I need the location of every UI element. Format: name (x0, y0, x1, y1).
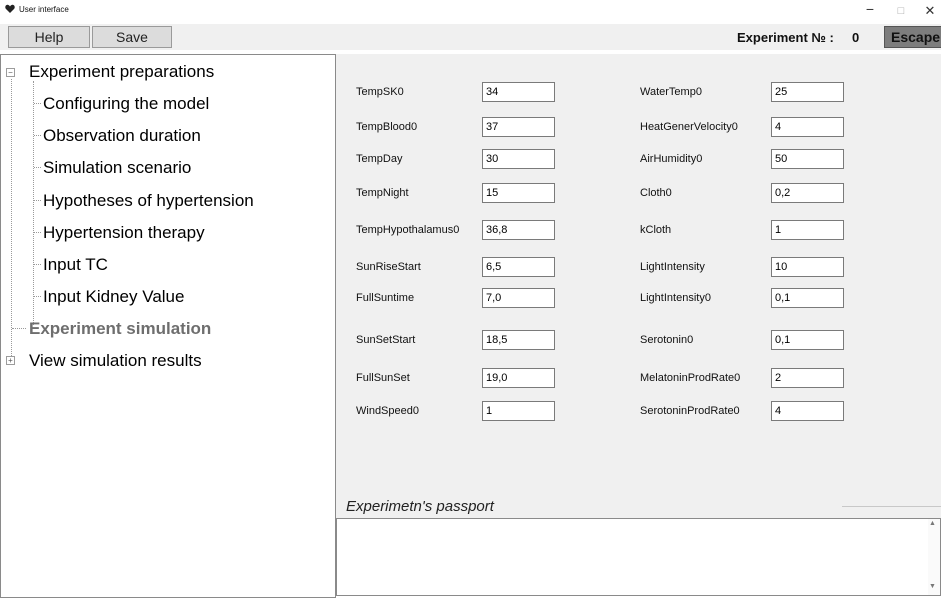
close-button[interactable]: ✕ (918, 2, 941, 20)
label-kcloth: kCloth (640, 224, 672, 236)
tree-item-simulation-scenario[interactable]: Simulation scenario (43, 158, 191, 178)
label-airhumidity0: AirHumidity0 (640, 153, 703, 165)
label-lightintensity: LightIntensity (640, 261, 705, 273)
label-tempblood0: TempBlood0 (356, 121, 418, 133)
input-airhumidity0[interactable] (771, 149, 844, 169)
input-temphypothalamus0[interactable] (482, 220, 555, 240)
passport-divider (842, 506, 941, 507)
input-tempnight[interactable] (482, 183, 555, 203)
passport-textarea[interactable] (336, 518, 941, 596)
input-fullsunset[interactable] (482, 368, 555, 388)
tree-item-view-simulation-results[interactable]: View simulation results (29, 351, 202, 371)
tree-item-experiment-preparations[interactable]: Experiment preparations (29, 62, 214, 82)
navigation-tree: − Experiment preparations Configuring th… (0, 54, 336, 598)
tree-guide-line (11, 79, 12, 360)
expand-preparations-icon[interactable]: − (6, 68, 15, 77)
tree-item-hypotheses-hypertension[interactable]: Hypotheses of hypertension (43, 191, 254, 211)
input-serotoninprodrate0[interactable] (771, 401, 844, 421)
input-sunrisestart[interactable] (482, 257, 555, 277)
tree-branch-line (34, 103, 41, 104)
input-melatoninprodrate0[interactable] (771, 368, 844, 388)
input-fullsuntime[interactable] (482, 288, 555, 308)
toolbar: Help Save Experiment № : 0 Escape (0, 24, 941, 50)
label-serotoninprodrate0: SerotoninProdRate0 (640, 405, 740, 417)
label-windspeed0: WindSpeed0 (356, 405, 419, 417)
maximize-button[interactable]: □ (889, 2, 913, 20)
label-tempsk0: TempSK0 (356, 86, 404, 98)
tree-branch-line (34, 232, 41, 233)
tree-item-hypertension-therapy[interactable]: Hypertension therapy (43, 223, 205, 243)
experiment-number-value: 0 (852, 30, 860, 45)
title-bar: User interface − □ ✕ (0, 0, 941, 24)
input-cloth0[interactable] (771, 183, 844, 203)
label-temphypothalamus0: TempHypothalamus0 (356, 224, 460, 236)
parameters-form: TempSK0 TempBlood0 TempDay TempNight Tem… (336, 54, 941, 494)
tree-guide-line (33, 81, 34, 325)
passport-header: Experimetn's passport (336, 494, 941, 518)
input-tempblood0[interactable] (482, 117, 555, 137)
label-fullsuntime: FullSuntime (356, 292, 415, 304)
tree-item-input-tc[interactable]: Input TC (43, 255, 108, 275)
tree-item-observation-duration[interactable]: Observation duration (43, 126, 201, 146)
expand-results-icon[interactable]: + (6, 356, 15, 365)
input-windspeed0[interactable] (482, 401, 555, 421)
tree-branch-line (34, 167, 41, 168)
input-tempday[interactable] (482, 149, 555, 169)
tree-item-input-kidney-value[interactable]: Input Kidney Value (43, 287, 184, 307)
label-melatoninprodrate0: MelatoninProdRate0 (640, 372, 741, 384)
escape-button[interactable]: Escape (884, 26, 941, 48)
label-fullsunset: FullSunSet (356, 372, 410, 384)
input-heatgenervelocity0[interactable] (771, 117, 844, 137)
input-serotonin0[interactable] (771, 330, 844, 350)
tree-branch-line (34, 296, 41, 297)
label-tempday: TempDay (356, 153, 403, 165)
help-button[interactable]: Help (8, 26, 90, 48)
minimize-button[interactable]: − (858, 2, 882, 20)
label-sunrisestart: SunRiseStart (356, 261, 421, 273)
label-watertemp0: WaterTemp0 (640, 86, 702, 98)
input-watertemp0[interactable] (771, 82, 844, 102)
tree-branch-line (34, 264, 41, 265)
label-sunsetstart: SunSetStart (356, 334, 416, 346)
tree-item-experiment-simulation[interactable]: Experiment simulation (29, 319, 211, 339)
input-kcloth[interactable] (771, 220, 844, 240)
scroll-down-icon[interactable]: ▼ (929, 583, 936, 590)
input-tempsk0[interactable] (482, 82, 555, 102)
label-serotonin0: Serotonin0 (640, 334, 694, 346)
label-tempnight: TempNight (356, 187, 409, 199)
save-button[interactable]: Save (92, 26, 172, 48)
window-title: User interface (19, 5, 69, 14)
input-lightintensity[interactable] (771, 257, 844, 277)
tree-item-configuring-model[interactable]: Configuring the model (43, 94, 209, 114)
passport-title: Experimetn's passport (346, 498, 494, 515)
label-lightintensity0: LightIntensity0 (640, 292, 711, 304)
label-heatgenervelocity0: HeatGenerVelocity0 (640, 121, 738, 133)
tree-branch-line (34, 200, 41, 201)
experiment-number-label: Experiment № : (737, 30, 834, 45)
tree-branch-line (12, 328, 26, 329)
scroll-up-icon[interactable]: ▲ (929, 520, 936, 527)
input-lightintensity0[interactable] (771, 288, 844, 308)
input-sunsetstart[interactable] (482, 330, 555, 350)
label-cloth0: Cloth0 (640, 187, 672, 199)
tree-branch-line (34, 135, 41, 136)
heart-icon (5, 4, 15, 13)
